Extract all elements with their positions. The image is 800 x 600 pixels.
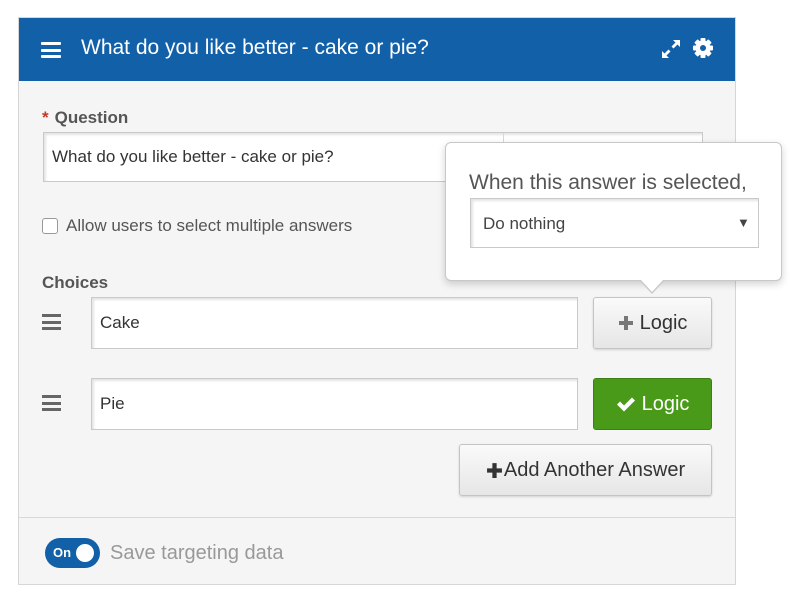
toggle-label: On xyxy=(53,545,72,560)
logic-button-cake[interactable]: Logic xyxy=(593,297,712,349)
hamburger-menu-icon[interactable] xyxy=(41,42,61,58)
panel-header: What do you like better - cake or pie? xyxy=(19,18,735,81)
multiple-answers-label: Allow users to select multiple answers xyxy=(66,216,353,235)
toggle-knob xyxy=(76,544,94,562)
save-targeting-toggle[interactable]: On xyxy=(45,538,100,568)
choice-input-pie[interactable] xyxy=(91,378,578,430)
choices-label: Choices xyxy=(42,273,109,292)
save-targeting-label: Save targeting data xyxy=(110,542,284,564)
plus-icon xyxy=(618,316,633,330)
plus-icon xyxy=(486,462,502,478)
question-label-text: Question xyxy=(54,108,129,127)
caret-down-icon: ▼ xyxy=(737,215,750,230)
panel-title: What do you like better - cake or pie? xyxy=(81,36,429,59)
logic-action-select[interactable]: Do nothing ▼ xyxy=(470,198,759,248)
logic-popover: When this answer is selected, Do nothing… xyxy=(445,142,782,281)
logic-button-label: Logic xyxy=(639,311,688,334)
poll-editor-panel: What do you like better - cake or pie? *… xyxy=(18,17,736,585)
multiple-answers-checkbox[interactable] xyxy=(42,218,58,234)
drag-handle-icon[interactable] xyxy=(42,314,61,330)
select-value: Do nothing xyxy=(483,214,566,233)
required-marker: * xyxy=(42,108,49,127)
popover-arrow xyxy=(640,279,664,292)
add-answer-label: Add Another Answer xyxy=(503,458,686,481)
gear-icon[interactable] xyxy=(692,37,714,59)
question-label: * Question xyxy=(42,108,128,128)
choice-input-cake[interactable] xyxy=(91,297,578,349)
check-icon xyxy=(616,397,635,412)
add-another-answer-button[interactable]: Add Another Answer xyxy=(459,444,712,496)
expand-arrows-icon[interactable] xyxy=(660,38,682,60)
logic-button-label: Logic xyxy=(641,392,690,415)
multiple-answers-row: Allow users to select multiple answers xyxy=(42,216,352,236)
logic-button-pie[interactable]: Logic xyxy=(593,378,712,430)
footer-divider xyxy=(19,517,735,518)
drag-handle-icon[interactable] xyxy=(42,395,61,411)
popover-title: When this answer is selected, xyxy=(469,171,747,194)
